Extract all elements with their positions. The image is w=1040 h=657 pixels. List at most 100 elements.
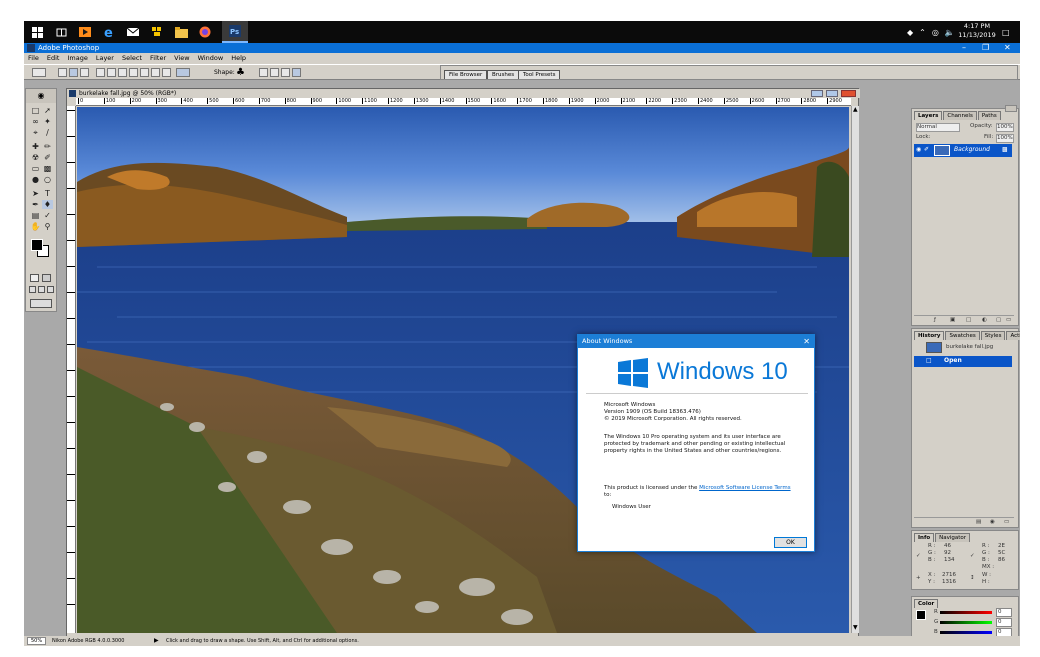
pen-tool-button[interactable]: [96, 68, 105, 77]
custom-shape-tool-icon[interactable]: ♦: [42, 200, 53, 209]
new-document-icon[interactable]: ▤: [976, 519, 981, 526]
dodge-tool-icon[interactable]: ○: [42, 175, 53, 184]
red-slider[interactable]: [940, 611, 992, 614]
brush-tool-icon[interactable]: ✏: [42, 142, 53, 151]
paths-tab[interactable]: Paths: [977, 111, 1001, 120]
info-tab[interactable]: Info: [914, 533, 935, 542]
history-snapshot-row[interactable]: burkelake fall.jpg: [914, 342, 1012, 354]
menu-view[interactable]: View: [170, 53, 193, 64]
swatches-tab[interactable]: Swatches: [945, 331, 980, 340]
crop-tool-icon[interactable]: ⌖: [30, 128, 41, 137]
media-icon[interactable]: [78, 25, 92, 39]
freeform-pen-button[interactable]: [107, 68, 116, 77]
ok-button[interactable]: OK: [774, 537, 807, 548]
eraser-tool-icon[interactable]: ▭: [30, 164, 41, 173]
photoshop-icon[interactable]: Ps: [222, 21, 248, 43]
zoom-tool-icon[interactable]: ⚲: [42, 222, 53, 231]
tool-preset-picker[interactable]: [32, 68, 46, 77]
doc-maximize-button[interactable]: [826, 90, 838, 97]
fill-pixels-button[interactable]: [80, 68, 89, 77]
doc-minimize-button[interactable]: [811, 90, 823, 97]
layer-style-icon[interactable]: ƒ: [934, 317, 936, 324]
tray-icons[interactable]: ◆ ⌃ ◎ 🔈: [907, 21, 955, 43]
blend-mode-select[interactable]: Normal: [916, 123, 960, 132]
menu-filter[interactable]: Filter: [146, 53, 170, 64]
exclude-button[interactable]: [292, 68, 301, 77]
menu-image[interactable]: Image: [63, 53, 91, 64]
chevron-up-icon[interactable]: ⌃: [919, 28, 926, 37]
screen-mode-full-icon[interactable]: [47, 286, 54, 293]
menu-window[interactable]: Window: [194, 53, 228, 64]
system-clock[interactable]: 4:17 PM 11/13/2019: [957, 22, 997, 40]
actions-tab[interactable]: Actions: [1006, 331, 1020, 340]
screen-mode-standard-icon[interactable]: [29, 286, 36, 293]
scroll-down-icon[interactable]: ▼: [853, 624, 858, 631]
intersect-button[interactable]: [281, 68, 290, 77]
history-brush-icon[interactable]: ✐: [42, 153, 53, 162]
maximize-button[interactable]: ❐: [982, 43, 989, 53]
globe-icon[interactable]: ◎: [932, 28, 939, 37]
ellipse-button[interactable]: [140, 68, 149, 77]
task-view-icon[interactable]: [54, 25, 68, 39]
rounded-rectangle-button[interactable]: [129, 68, 138, 77]
trash-icon[interactable]: ▭: [1006, 317, 1011, 324]
channels-tab[interactable]: Channels: [943, 111, 977, 120]
paths-button[interactable]: [69, 68, 78, 77]
custom-shape-button[interactable]: [176, 68, 190, 77]
screen-mode-full-menu-icon[interactable]: [38, 286, 45, 293]
quick-mask-icon[interactable]: [42, 274, 51, 282]
magic-wand-icon[interactable]: ✦: [42, 117, 53, 126]
green-slider[interactable]: [940, 621, 992, 624]
gradient-tool-icon[interactable]: ▩: [42, 164, 53, 173]
folder-icon[interactable]: [174, 25, 188, 39]
navigator-tab[interactable]: Navigator: [935, 533, 971, 542]
rectangle-button[interactable]: [118, 68, 127, 77]
menu-edit[interactable]: Edit: [43, 53, 64, 64]
about-close-button[interactable]: ✕: [803, 335, 810, 348]
line-button[interactable]: [162, 68, 171, 77]
mail-icon[interactable]: [126, 25, 140, 39]
fill-field[interactable]: 100%: [996, 134, 1014, 143]
layers-panel-minimize-button[interactable]: [1005, 105, 1017, 112]
edge-icon[interactable]: e: [102, 25, 116, 39]
eyedropper-icon[interactable]: ✓: [42, 211, 53, 220]
adobe-eye-icon[interactable]: ◉: [26, 89, 56, 103]
snapshot-camera-icon[interactable]: ◉: [990, 519, 995, 526]
path-select-icon[interactable]: ➤: [30, 189, 41, 198]
notification-icon[interactable]: □: [1002, 21, 1010, 43]
type-tool-icon[interactable]: T: [42, 189, 53, 198]
eye-icon[interactable]: ◉: [916, 146, 921, 153]
scroll-up-icon[interactable]: ▲: [853, 106, 858, 113]
healing-brush-icon[interactable]: ✚: [30, 142, 41, 151]
color-g-value[interactable]: 0: [996, 618, 1012, 627]
license-terms-link[interactable]: Microsoft Software License Terms: [699, 485, 790, 491]
minimize-button[interactable]: –: [962, 43, 966, 53]
opacity-field[interactable]: 100%: [996, 123, 1014, 132]
combine-button[interactable]: [259, 68, 268, 77]
game-icon[interactable]: [150, 25, 164, 39]
network-tray-icon[interactable]: ◆: [907, 28, 913, 37]
status-arrow-icon[interactable]: ▶: [154, 636, 159, 646]
marquee-tool-icon[interactable]: □: [30, 106, 41, 115]
layers-tab[interactable]: Layers: [914, 111, 943, 120]
menu-help[interactable]: Help: [227, 53, 250, 64]
layer-row-background[interactable]: ◉ ✐ Background ▩: [914, 144, 1012, 157]
firefox-icon[interactable]: [198, 25, 212, 39]
shape-picker-icon[interactable]: ♣: [236, 67, 245, 78]
lasso-tool-icon[interactable]: ∞: [30, 117, 41, 126]
windows-start-icon[interactable]: [30, 25, 44, 39]
foreground-color-swatch[interactable]: [31, 239, 43, 251]
clone-stamp-icon[interactable]: ☢: [30, 153, 41, 162]
history-tab[interactable]: History: [914, 331, 945, 340]
layer-mask-icon[interactable]: ▣: [950, 317, 955, 324]
history-step-open[interactable]: □ Open: [914, 356, 1012, 367]
history-trash-icon[interactable]: ▭: [1004, 519, 1009, 526]
adjustment-layer-icon[interactable]: ◐: [982, 317, 987, 324]
blur-tool-icon[interactable]: ●: [30, 175, 41, 184]
new-layer-icon[interactable]: ▢: [996, 317, 1001, 324]
color-tab[interactable]: Color: [914, 599, 939, 608]
blue-slider[interactable]: [940, 631, 992, 634]
standard-mode-icon[interactable]: [30, 274, 39, 282]
pen-tool-icon[interactable]: ✒: [30, 200, 41, 209]
color-r-value[interactable]: 0: [996, 608, 1012, 617]
